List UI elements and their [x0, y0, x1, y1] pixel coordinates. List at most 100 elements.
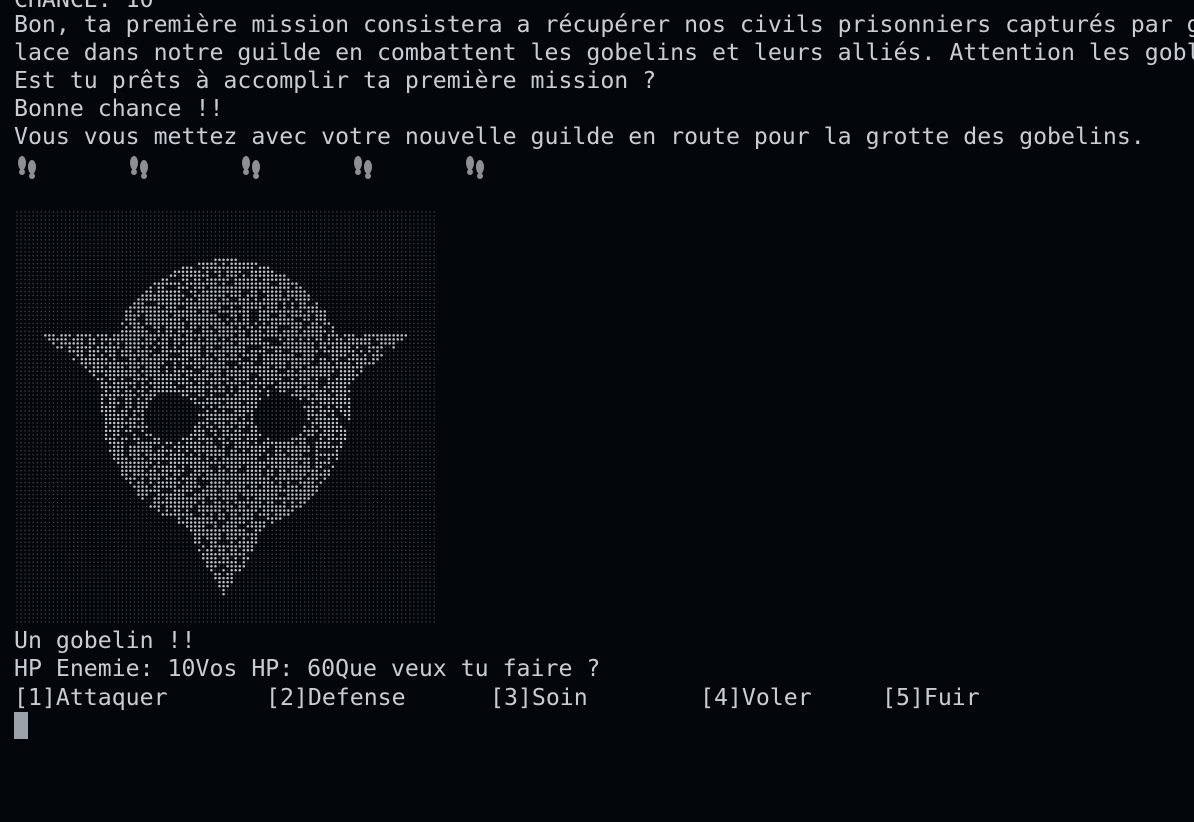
art-dot — [218, 294, 221, 297]
art-dot — [372, 338, 375, 341]
art-dot — [425, 318, 427, 321]
art-dot — [206, 262, 209, 265]
art-dot — [356, 274, 358, 277]
art-dot — [348, 394, 350, 396]
art-dot — [226, 314, 229, 317]
art-dot — [166, 243, 168, 245]
art-dot — [202, 326, 205, 329]
art-dot — [72, 302, 75, 305]
art-dot — [16, 278, 18, 281]
art-dot — [104, 369, 108, 373]
art-dot — [117, 302, 119, 305]
terminal-window[interactable]: CHANCE: 10 Bon, ta première mission cons… — [0, 0, 1194, 822]
art-dot — [137, 358, 140, 361]
art-dot — [56, 223, 59, 225]
art-dot — [222, 282, 225, 285]
art-dot — [372, 286, 375, 289]
art-dot — [36, 322, 38, 325]
art-dot — [421, 358, 423, 360]
art-dot — [48, 350, 51, 353]
art-dot — [198, 215, 200, 217]
art-dot — [165, 318, 169, 321]
art-dot — [401, 227, 403, 229]
art-dot — [266, 310, 270, 313]
art-dot — [165, 314, 169, 317]
art-dot — [356, 290, 358, 293]
art-dot — [28, 267, 30, 269]
art-dot — [77, 302, 79, 305]
art-dot — [36, 274, 38, 277]
art-dot — [238, 397, 241, 401]
art-dot — [121, 227, 124, 229]
art-dot — [323, 322, 327, 325]
art-dot — [328, 259, 330, 261]
art-dot — [16, 302, 18, 305]
art-dot — [194, 239, 196, 241]
art-dot — [64, 390, 67, 392]
art-dot — [158, 274, 160, 277]
art-dot — [242, 278, 246, 281]
art-dot — [259, 239, 261, 241]
art-dot — [230, 326, 233, 329]
art-dot — [279, 377, 282, 381]
art-dot — [101, 267, 103, 269]
art-dot — [372, 227, 375, 229]
art-dot — [352, 394, 354, 396]
art-dot — [336, 374, 338, 376]
art-dot — [165, 322, 169, 325]
art-dot — [238, 385, 241, 389]
art-dot — [109, 211, 111, 213]
art-dot — [392, 274, 395, 277]
art-dot — [328, 219, 330, 221]
art-dot — [121, 239, 124, 241]
art-dot — [332, 251, 334, 253]
art-dot — [270, 330, 274, 333]
art-dot — [64, 278, 67, 281]
art-dot — [97, 338, 99, 341]
art-dot — [149, 318, 152, 321]
art-dot — [178, 394, 180, 396]
art-dot — [425, 322, 427, 325]
art-dot — [291, 318, 294, 321]
art-dot — [181, 322, 185, 325]
art-dot — [93, 306, 95, 309]
art-dot — [52, 354, 55, 356]
art-dot — [251, 259, 253, 261]
art-dot — [392, 282, 395, 285]
art-dot — [409, 282, 411, 285]
art-dot — [222, 389, 225, 393]
art-dot — [388, 386, 391, 388]
art-dot — [89, 267, 91, 269]
art-dot — [238, 262, 241, 265]
art-dot — [129, 358, 132, 361]
art-dot — [186, 263, 188, 265]
art-dot — [181, 330, 185, 333]
art-dot — [307, 310, 310, 313]
art-dot — [52, 334, 55, 337]
art-dot — [60, 243, 63, 245]
art-dot — [125, 274, 128, 277]
art-dot — [202, 302, 205, 305]
art-dot — [72, 290, 75, 293]
art-dot — [384, 322, 387, 325]
art-dot — [234, 266, 237, 269]
art-dot — [299, 298, 302, 301]
art-dot — [299, 326, 302, 329]
art-dot — [315, 326, 318, 329]
art-dot — [255, 211, 257, 213]
art-dot — [348, 219, 350, 221]
art-dot — [303, 219, 306, 221]
art-dot — [324, 235, 326, 237]
art-dot — [101, 278, 103, 281]
art-dot — [88, 369, 92, 373]
art-dot — [324, 290, 326, 293]
art-dot — [380, 366, 383, 368]
art-dot — [433, 370, 435, 372]
art-dot — [376, 247, 379, 249]
art-dot — [388, 290, 391, 293]
art-dot — [413, 290, 415, 293]
art-dot — [56, 358, 59, 360]
art-dot — [149, 247, 152, 249]
art-dot — [64, 227, 67, 229]
art-dot — [263, 263, 265, 265]
